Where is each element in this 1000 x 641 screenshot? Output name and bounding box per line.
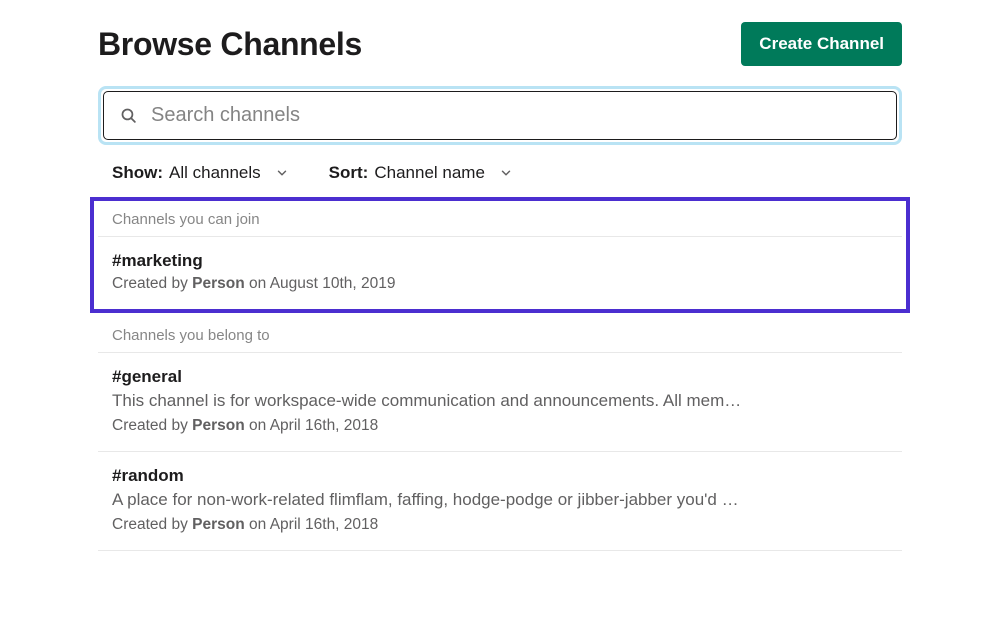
channel-item-marketing[interactable]: #marketing Created by Person on August 1… [98, 237, 902, 309]
channel-item-random[interactable]: #random A place for non-work-related fli… [98, 452, 902, 551]
channel-description: A place for non-work-related flimflam, f… [112, 490, 888, 510]
channel-meta: Created by Person on August 10th, 2019 [112, 275, 888, 293]
create-channel-button[interactable]: Create Channel [741, 22, 902, 66]
channel-item-general[interactable]: #general This channel is for workspace-w… [98, 353, 902, 452]
show-filter[interactable]: Show: All channels [112, 163, 289, 183]
show-filter-value: All channels [169, 163, 261, 183]
sort-filter[interactable]: Sort: Channel name [329, 163, 513, 183]
channel-name: #marketing [112, 251, 888, 271]
search-field[interactable] [103, 91, 897, 140]
chevron-down-icon [499, 166, 513, 180]
search-field-outer [98, 86, 902, 145]
search-icon [120, 107, 137, 124]
section-header-belong: Channels you belong to [98, 313, 902, 353]
search-input[interactable] [151, 104, 880, 127]
sort-filter-value: Channel name [374, 163, 485, 183]
chevron-down-icon [275, 166, 289, 180]
channel-description: This channel is for workspace-wide commu… [112, 391, 888, 411]
channel-meta: Created by Person on April 16th, 2018 [112, 417, 888, 435]
highlighted-section: Channels you can join #marketing Created… [90, 197, 910, 313]
channel-meta: Created by Person on April 16th, 2018 [112, 516, 888, 534]
page-title: Browse Channels [98, 26, 362, 63]
section-header-join: Channels you can join [98, 201, 902, 237]
channel-name: #general [112, 367, 888, 387]
sort-filter-label: Sort: [329, 163, 369, 183]
channel-name: #random [112, 466, 888, 486]
show-filter-label: Show: [112, 163, 163, 183]
